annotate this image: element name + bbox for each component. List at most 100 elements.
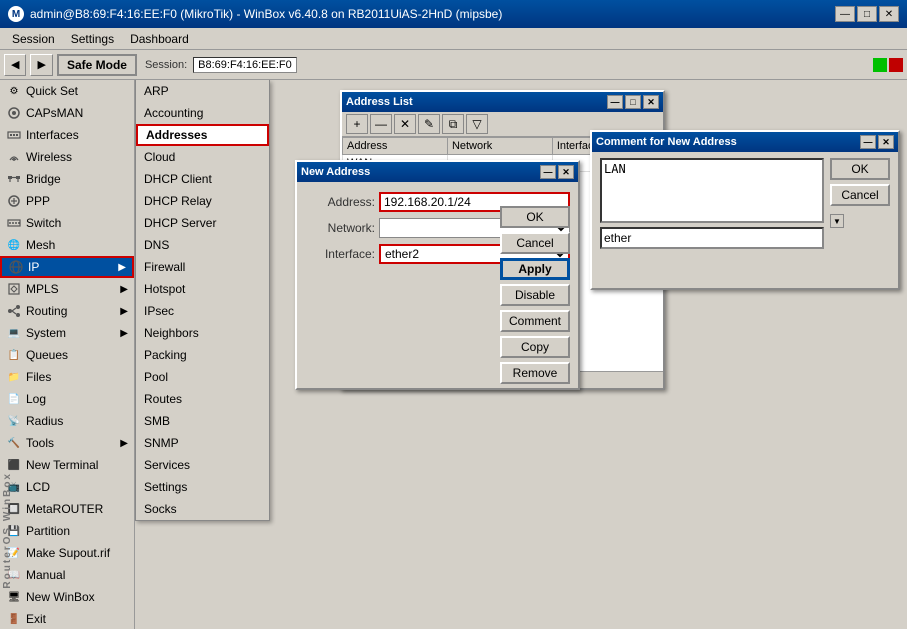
sidebar-item-capsman[interactable]: CAPsMAN xyxy=(0,102,134,124)
ip-submenu-arp[interactable]: ARP xyxy=(136,80,269,102)
sidebar-item-routing[interactable]: Routing ▶ xyxy=(0,300,134,322)
sidebar-item-interfaces[interactable]: Interfaces xyxy=(0,124,134,146)
ip-submenu-routes[interactable]: Routes xyxy=(136,388,269,410)
new-address-minimize[interactable]: — xyxy=(540,165,556,179)
ip-submenu-hotspot[interactable]: Hotspot xyxy=(136,278,269,300)
ip-submenu-firewall[interactable]: Firewall xyxy=(136,256,269,278)
comment-close[interactable]: ✕ xyxy=(878,135,894,149)
sidebar-item-metarouter[interactable]: 🔲 MetaROUTER xyxy=(0,498,134,520)
sidebar-item-bridge[interactable]: Bridge xyxy=(0,168,134,190)
new-address-disable-btn[interactable]: Disable xyxy=(500,284,570,306)
comment-title-bar: Comment for New Address — ✕ xyxy=(592,132,898,152)
forward-button[interactable]: ▶ xyxy=(30,54,52,76)
comment-window: Comment for New Address — ✕ LAN ether OK… xyxy=(590,130,900,290)
addr-copy-btn[interactable]: ✎ xyxy=(418,114,440,134)
sidebar: ⚙ Quick Set CAPsMAN Interfaces Wire xyxy=(0,80,135,629)
address-list-minimize[interactable]: — xyxy=(607,95,623,109)
ip-submenu-addresses[interactable]: Addresses xyxy=(136,124,269,146)
addr-edit-btn[interactable]: ✕ xyxy=(394,114,416,134)
sidebar-item-new-winbox[interactable]: 🖥 New WinBox xyxy=(0,586,134,608)
comment-cancel-btn[interactable]: Cancel xyxy=(830,184,890,206)
sidebar-item-queues[interactable]: 📋 Queues xyxy=(0,344,134,366)
ip-icon xyxy=(8,259,24,275)
addr-remove-btn[interactable]: — xyxy=(370,114,392,134)
sidebar-item-radius[interactable]: 📡 Radius xyxy=(0,410,134,432)
sidebar-item-new-terminal[interactable]: ⬛ New Terminal xyxy=(0,454,134,476)
new-address-copy-btn[interactable]: Copy xyxy=(500,336,570,358)
ip-submenu-dhcp-server[interactable]: DHCP Server xyxy=(136,212,269,234)
menu-dashboard[interactable]: Dashboard xyxy=(122,30,197,48)
sidebar-item-files[interactable]: 📁 Files xyxy=(0,366,134,388)
comment-minimize[interactable]: — xyxy=(860,135,876,149)
interfaces-icon xyxy=(6,127,22,143)
system-arrow: ▶ xyxy=(120,328,128,339)
sidebar-item-wireless[interactable]: Wireless xyxy=(0,146,134,168)
make-supout-icon: 📝 xyxy=(6,545,22,561)
new-address-window: New Address — ✕ OK Cancel Apply Disable … xyxy=(295,160,580,390)
tools-icon: 🔨 xyxy=(6,435,22,451)
back-button[interactable]: ◀ xyxy=(4,54,26,76)
title-bar: M admin@B8:69:F4:16:EE:F0 (MikroTik) - W… xyxy=(0,0,907,28)
addr-add-btn[interactable]: + xyxy=(346,114,368,134)
files-icon: 📁 xyxy=(6,369,22,385)
ip-submenu-cloud[interactable]: Cloud xyxy=(136,146,269,168)
toolbar: ◀ ▶ Safe Mode Session: B8:69:F4:16:EE:F0 xyxy=(0,50,907,80)
status-light-green xyxy=(873,58,887,72)
ip-submenu-dhcp-relay[interactable]: DHCP Relay xyxy=(136,190,269,212)
ip-submenu-ipsec[interactable]: IPsec xyxy=(136,300,269,322)
address-list-close[interactable]: ✕ xyxy=(643,95,659,109)
addr-paste-btn[interactable]: ⧉ xyxy=(442,114,464,134)
maximize-button[interactable]: □ xyxy=(857,6,877,22)
new-address-comment-btn[interactable]: Comment xyxy=(500,310,570,332)
addr-filter-btn[interactable]: ▽ xyxy=(466,114,488,134)
sidebar-item-mpls[interactable]: MPLS ▶ xyxy=(0,278,134,300)
sidebar-item-switch[interactable]: Switch xyxy=(0,212,134,234)
ip-submenu-packing[interactable]: Packing xyxy=(136,344,269,366)
manual-icon: 📖 xyxy=(6,567,22,583)
new-address-ok-btn[interactable]: OK xyxy=(500,206,570,228)
sidebar-item-manual[interactable]: 📖 Manual xyxy=(0,564,134,586)
ip-submenu-snmp[interactable]: SNMP xyxy=(136,432,269,454)
menu-session[interactable]: Session xyxy=(4,30,63,48)
new-address-title: New Address xyxy=(301,166,538,178)
ip-submenu-socks[interactable]: Socks xyxy=(136,498,269,520)
comment-scroll-down[interactable]: ▼ xyxy=(830,214,844,228)
sidebar-item-mesh[interactable]: 🌐 Mesh xyxy=(0,234,134,256)
sidebar-item-log[interactable]: 📄 Log xyxy=(0,388,134,410)
sidebar-item-partition[interactable]: 💾 Partition xyxy=(0,520,134,542)
title-bar-text: admin@B8:69:F4:16:EE:F0 (MikroTik) - Win… xyxy=(30,7,835,21)
network-label: Network: xyxy=(305,221,375,235)
ip-submenu-dns[interactable]: DNS xyxy=(136,234,269,256)
safe-mode-button[interactable]: Safe Mode xyxy=(57,54,137,76)
sidebar-item-make-supout[interactable]: 📝 Make Supout.rif xyxy=(0,542,134,564)
menu-settings[interactable]: Settings xyxy=(63,30,122,48)
ip-submenu-dhcp-client[interactable]: DHCP Client xyxy=(136,168,269,190)
ip-submenu-services[interactable]: Services xyxy=(136,454,269,476)
ip-submenu-settings[interactable]: Settings xyxy=(136,476,269,498)
sidebar-item-quick-set[interactable]: ⚙ Quick Set xyxy=(0,80,134,102)
sidebar-item-tools[interactable]: 🔨 Tools ▶ xyxy=(0,432,134,454)
ip-submenu-smb[interactable]: SMB xyxy=(136,410,269,432)
ip-submenu-accounting[interactable]: Accounting xyxy=(136,102,269,124)
log-icon: 📄 xyxy=(6,391,22,407)
ip-submenu-neighbors[interactable]: Neighbors xyxy=(136,322,269,344)
sidebar-item-ppp[interactable]: PPP xyxy=(0,190,134,212)
bridge-icon xyxy=(6,171,22,187)
sidebar-item-system[interactable]: 💻 System ▶ xyxy=(0,322,134,344)
comment-textarea[interactable]: LAN xyxy=(600,158,824,223)
address-list-title-bar: Address List — □ ✕ xyxy=(342,92,663,112)
address-list-maximize[interactable]: □ xyxy=(625,95,641,109)
close-button[interactable]: ✕ xyxy=(879,6,899,22)
minimize-button[interactable]: — xyxy=(835,6,855,22)
comment-ok-btn[interactable]: OK xyxy=(830,158,890,180)
sidebar-item-ip[interactable]: IP ▶ xyxy=(0,256,134,278)
new-address-close[interactable]: ✕ xyxy=(558,165,574,179)
new-address-remove-btn[interactable]: Remove xyxy=(500,362,570,384)
comment-content: LAN ether OK Cancel ▼ xyxy=(592,152,898,255)
ip-submenu-pool[interactable]: Pool xyxy=(136,366,269,388)
sidebar-item-lcd[interactable]: 📺 LCD xyxy=(0,476,134,498)
new-address-apply-btn[interactable]: Apply xyxy=(500,258,570,280)
new-address-cancel-btn[interactable]: Cancel xyxy=(500,232,570,254)
metarouter-icon: 🔲 xyxy=(6,501,22,517)
sidebar-item-exit[interactable]: 🚪 Exit xyxy=(0,608,134,629)
